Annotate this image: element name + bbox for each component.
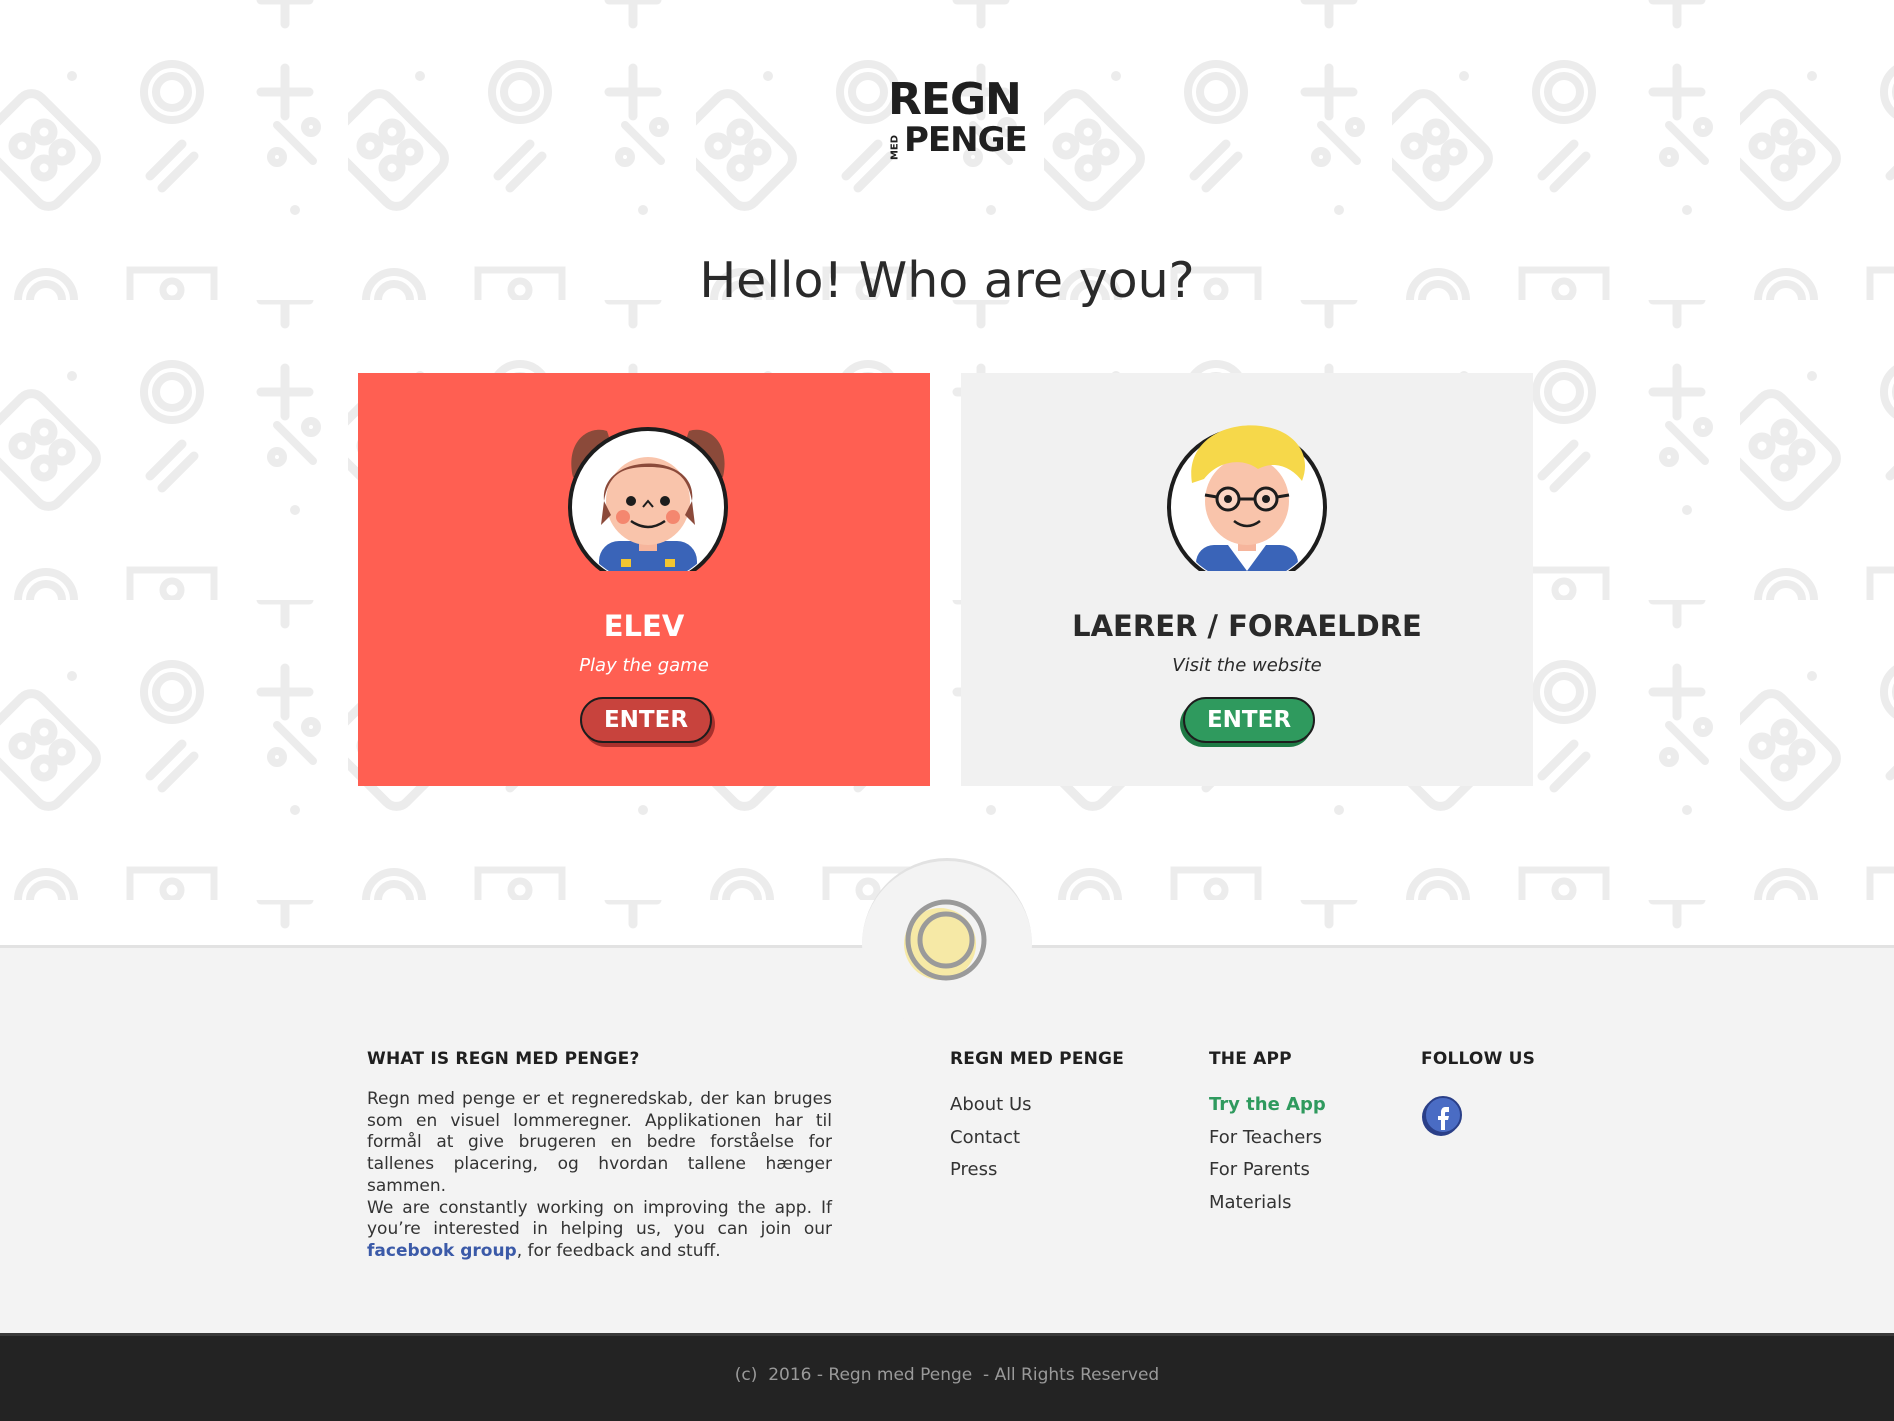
footer-link-contact[interactable]: Contact <box>950 1122 1124 1155</box>
footer-follow-section: FOLLOW US <box>1421 1049 1535 1141</box>
facebook-group-link[interactable]: facebook group <box>367 1241 517 1261</box>
footer-app-heading: THE APP <box>1209 1049 1292 1069</box>
footer-app-section: THE APP Try the App For Teachers For Par… <box>1209 1049 1326 1219</box>
coin-icon <box>904 899 987 981</box>
footer-link-try-app[interactable]: Try the App <box>1209 1089 1326 1122</box>
logo-penge: PENGE <box>904 120 1028 160</box>
student-enter-button[interactable]: ENTER <box>580 697 712 743</box>
copyright-text: (c) 2016 - Regn med Penge - All Rights R… <box>734 1365 1160 1385</box>
about-text-english: We are constantly working on improving t… <box>367 1197 832 1240</box>
footer-about-heading: WHAT IS REGN MED PENGE? <box>367 1049 640 1069</box>
girl-avatar-icon <box>568 427 728 571</box>
logo[interactable]: REGN MED PENGE <box>886 78 1028 161</box>
logo-med: MED <box>889 134 901 161</box>
footer-about-text: Regn med penge er et regneredskab, der k… <box>367 1089 832 1263</box>
student-card-title: ELEV <box>603 609 685 643</box>
footer-link-materials[interactable]: Materials <box>1209 1187 1326 1220</box>
teacher-parent-card[interactable]: LAERER / FORAELDRE Visit the website ENT… <box>961 373 1533 786</box>
footer-link-for-parents[interactable]: For Parents <box>1209 1154 1326 1187</box>
footer-regn-heading: REGN MED PENGE <box>950 1049 1125 1069</box>
footer-link-press[interactable]: Press <box>950 1154 1124 1187</box>
page-title: Hello! Who are you? <box>699 252 1195 309</box>
footer-regn-section: REGN MED PENGE About Us Contact Press <box>950 1049 1124 1187</box>
footer-link-about-us[interactable]: About Us <box>950 1089 1124 1122</box>
logo-regn: REGN <box>888 74 1022 125</box>
student-card-subtitle: Play the game <box>579 655 709 676</box>
about-text-end: , for feedback and stuff. <box>516 1240 721 1261</box>
student-card[interactable]: ELEV Play the game ENTER <box>358 373 930 786</box>
about-text-danish: Regn med penge er et regneredskab, der k… <box>367 1089 832 1196</box>
teacher-card-subtitle: Visit the website <box>1172 655 1322 676</box>
footer-about-section: WHAT IS REGN MED PENGE? Regn med penge e… <box>367 1049 832 1263</box>
facebook-icon[interactable] <box>1421 1095 1463 1137</box>
teacher-card-title: LAERER / FORAELDRE <box>1072 609 1422 643</box>
boy-avatar-icon <box>1167 425 1327 571</box>
teacher-enter-button[interactable]: ENTER <box>1183 697 1315 743</box>
footer-follow-heading: FOLLOW US <box>1421 1049 1536 1069</box>
footer-link-for-teachers[interactable]: For Teachers <box>1209 1122 1326 1155</box>
